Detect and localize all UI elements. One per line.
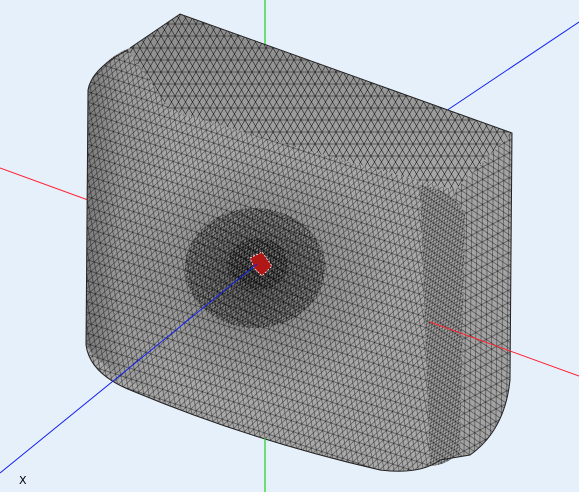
axis-triad-x-label: X [19,474,27,487]
graphics-viewport[interactable]: X [0,0,579,492]
meshed-solid[interactable] [85,13,513,472]
z-axis-line [439,21,579,116]
3d-scene[interactable] [0,0,579,492]
